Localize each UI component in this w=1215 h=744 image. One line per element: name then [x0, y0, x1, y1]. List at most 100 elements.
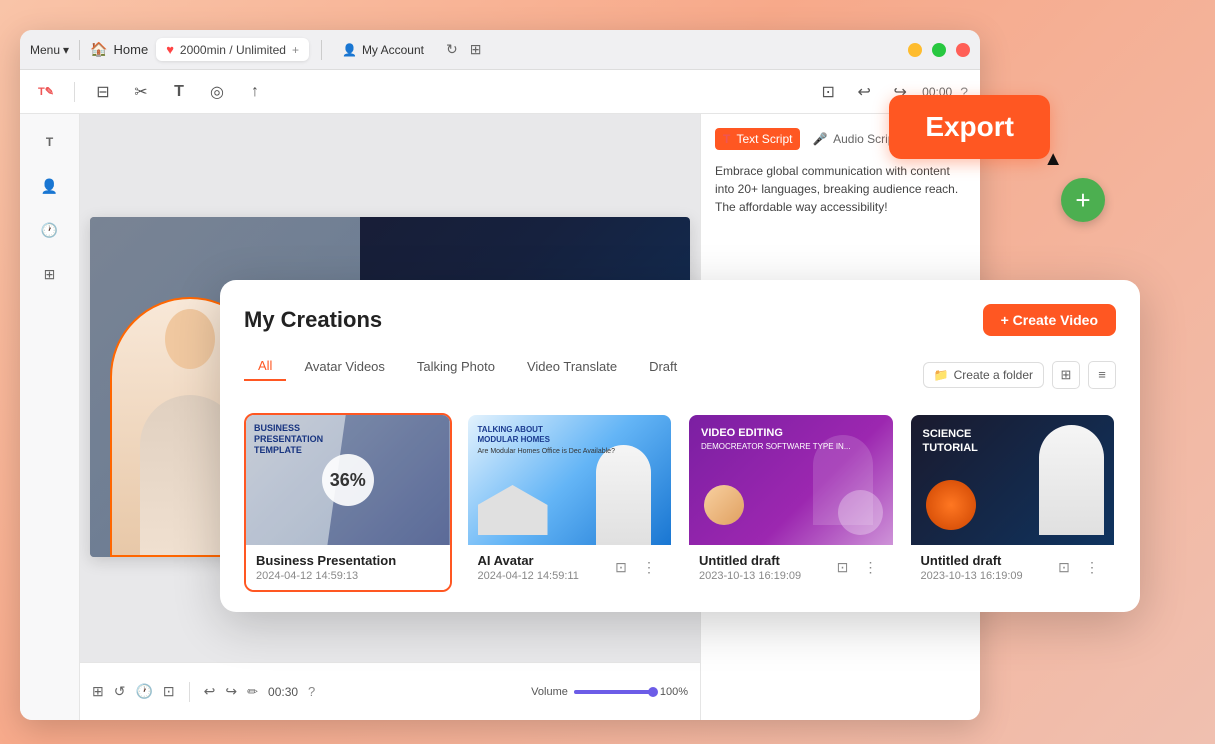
video-date-2: 2024-04-12 14:59:11: [478, 570, 579, 582]
volume-label: Volume: [531, 686, 568, 698]
progress-overlay: 36%: [246, 415, 450, 545]
grid-icon[interactable]: ⊞: [470, 41, 482, 58]
video-info-3: Untitled draft 2023-10-13 16:19:09 ⊡ ⋮: [689, 545, 893, 590]
title-bar: Menu ▾ 🏠 Home ♥ 2000min / Unlimited + 👤 …: [20, 30, 980, 70]
bottom-icon3[interactable]: 🕐: [135, 683, 152, 700]
sidebar-image-icon[interactable]: ⊞: [32, 256, 68, 292]
bottom-panel: ⊞ ↺ 🕐 ⊡ ↩ ↪ ✏ 00:30 ? Volume 100%: [80, 662, 700, 720]
video-card-4[interactable]: SCIENCETUTORIAL Untitled draft 2023-10-1…: [909, 413, 1117, 592]
video-thumb-2: TALKING ABOUTMODULAR HOMESAre Modular Ho…: [468, 415, 672, 545]
video-info-1: Business Presentation 2024-04-12 14:59:1…: [246, 545, 450, 590]
user-icon: 👤: [342, 43, 357, 57]
sidebar-avatar-icon[interactable]: 👤: [32, 168, 68, 204]
more-icon-4[interactable]: ⋮: [1080, 556, 1104, 580]
home-tab-label[interactable]: Home: [114, 42, 149, 57]
volume-track[interactable]: [574, 690, 654, 694]
card2-actions: ⊡ ⋮: [609, 556, 661, 580]
sidebar-clock-icon[interactable]: 🕐: [32, 212, 68, 248]
bottom-right: Volume 100%: [531, 686, 688, 698]
panel-description: Embrace global communication with conten…: [715, 162, 966, 216]
copy-icon-4[interactable]: ⊡: [1052, 556, 1076, 580]
profile-circle: [704, 485, 744, 525]
create-video-button[interactable]: + Create Video: [983, 304, 1116, 336]
heart-icon: ♥: [166, 42, 174, 57]
brush-bottom-icon[interactable]: ✏: [247, 684, 258, 700]
minimize-button[interactable]: [908, 43, 922, 57]
copy-icon-2[interactable]: ⊡: [609, 556, 633, 580]
more-icon-3[interactable]: ⋮: [859, 556, 883, 580]
media-icon[interactable]: ◎: [203, 78, 231, 106]
text-icon[interactable]: T: [165, 78, 193, 106]
video-card-3[interactable]: VIDEO EDITINGDemoCreator Software Type I…: [687, 413, 895, 592]
layout-icon[interactable]: ⊟: [89, 78, 117, 106]
help-bottom-icon: ?: [308, 684, 315, 699]
video-info-2: AI Avatar 2024-04-12 14:59:11 ⊡ ⋮: [468, 545, 672, 590]
video-card-2[interactable]: TALKING ABOUTMODULAR HOMESAre Modular Ho…: [466, 413, 674, 592]
bottom-sep: [189, 682, 190, 702]
avatar-person: [596, 445, 651, 545]
home-icon: 🏠: [90, 41, 107, 58]
list-view-button[interactable]: ≡: [1088, 361, 1116, 389]
add-button[interactable]: +: [1061, 178, 1105, 222]
more-icon-2[interactable]: ⋮: [637, 556, 661, 580]
volume-pct: 100%: [660, 686, 688, 698]
edit-icon[interactable]: T✎: [32, 78, 60, 106]
tab-talking-photo[interactable]: Talking Photo: [403, 353, 509, 380]
toolbar-sep1: [74, 82, 75, 102]
volume-thumb: [648, 687, 658, 697]
tab-avatar-videos[interactable]: Avatar Videos: [290, 353, 398, 380]
modal-tabs: All Avatar Videos Talking Photo Video Tr…: [244, 352, 691, 381]
refresh-icon[interactable]: ↻: [446, 41, 458, 58]
card4-actions: ⊡ ⋮: [1052, 556, 1104, 580]
maximize-button[interactable]: [932, 43, 946, 57]
video-name-3: Untitled draft: [699, 553, 801, 568]
science-thumb: SCIENCETUTORIAL: [911, 415, 1115, 545]
modal-actions: 📁 Create a folder ⊞ ≡: [923, 361, 1116, 389]
video-edit-thumb: VIDEO EDITINGDemoCreator Software Type I…: [689, 415, 893, 545]
bottom-icon4[interactable]: ⊡: [163, 683, 175, 700]
bottom-icon1[interactable]: ⊞: [92, 683, 104, 700]
divider2: [321, 40, 322, 60]
video-card-1[interactable]: BUSINESSPRESENTATIONTEMPLATE 36% Busines…: [244, 413, 452, 592]
video-name-2: AI Avatar: [478, 553, 579, 568]
copy-toolbar-icon[interactable]: ⊡: [814, 78, 842, 106]
minutes-tab[interactable]: ♥ 2000min / Unlimited +: [156, 38, 309, 61]
crop-icon[interactable]: ✂: [127, 78, 155, 106]
left-sidebar: T 👤 🕐 ⊞: [20, 114, 80, 720]
redo-bottom-icon[interactable]: ↪: [225, 683, 237, 700]
bottom-icon2[interactable]: ↺: [114, 683, 126, 700]
menu-button[interactable]: Menu ▾: [30, 43, 69, 57]
video-thumb-1: BUSINESSPRESENTATIONTEMPLATE 36%: [246, 415, 450, 545]
copy-icon-3[interactable]: ⊡: [831, 556, 855, 580]
modal-tab-bar: All Avatar Videos Talking Photo Video Tr…: [244, 352, 1116, 397]
video-date-3: 2023-10-13 16:19:09: [699, 570, 801, 582]
tab-all[interactable]: All: [244, 352, 286, 381]
export-button[interactable]: Export: [889, 95, 1050, 159]
tab-video-translate[interactable]: Video Translate: [513, 353, 631, 380]
tab-draft[interactable]: Draft: [635, 353, 691, 380]
divider: [79, 40, 80, 60]
text-script-tab[interactable]: T Text Script: [715, 128, 800, 150]
create-folder-button[interactable]: 📁 Create a folder: [923, 362, 1044, 388]
my-creations-modal: My Creations + Create Video All Avatar V…: [220, 280, 1140, 612]
video-thumb-3: VIDEO EDITINGDemoCreator Software Type I…: [689, 415, 893, 545]
account-tab[interactable]: 👤 My Account: [334, 39, 432, 61]
avatar-house: [478, 485, 548, 535]
upload-icon[interactable]: ↑: [241, 78, 269, 106]
time-bottom: 00:30: [268, 685, 298, 699]
avatar-thumb-bg: TALKING ABOUTMODULAR HOMESAre Modular Ho…: [468, 415, 672, 545]
grid-view-button[interactable]: ⊞: [1052, 361, 1080, 389]
video-name-4: Untitled draft: [921, 553, 1023, 568]
undo-icon[interactable]: ↩: [850, 78, 878, 106]
sidebar-text-icon[interactable]: T: [32, 124, 68, 160]
volume-control: Volume 100%: [531, 686, 688, 698]
undo-bottom-icon[interactable]: ↩: [204, 683, 216, 700]
avatar-head: [165, 309, 215, 369]
close-button[interactable]: [956, 43, 970, 57]
video-info-4: Untitled draft 2023-10-13 16:19:09 ⊡ ⋮: [911, 545, 1115, 590]
title-bar-left: Menu ▾ 🏠 Home: [30, 40, 148, 60]
cursor-arrow: ▲: [1043, 148, 1063, 171]
video-edit-circle: [838, 490, 883, 535]
modal-title: My Creations: [244, 307, 382, 333]
window-controls: [908, 43, 970, 57]
